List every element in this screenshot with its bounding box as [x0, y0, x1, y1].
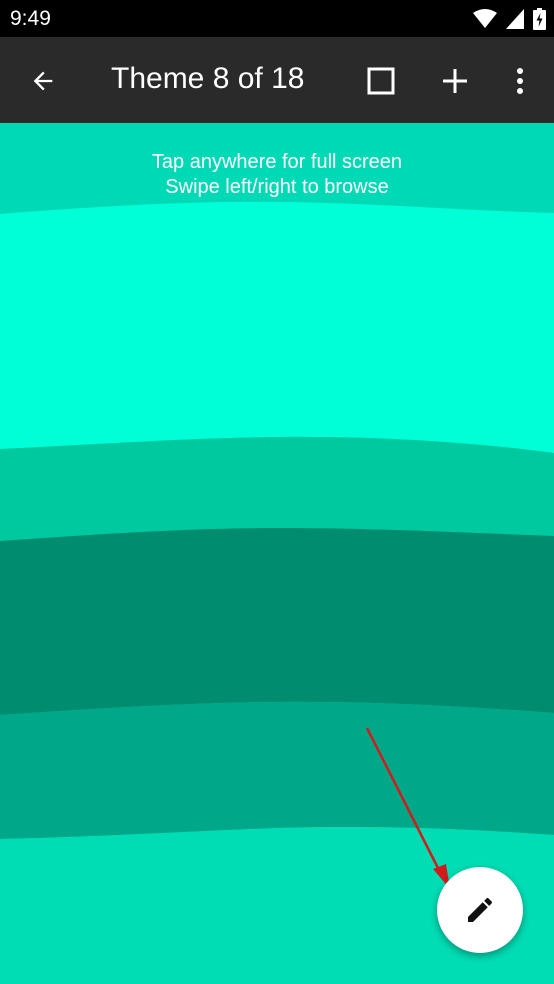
- hint-line-2: Swipe left/right to browse: [165, 176, 389, 198]
- page-title: Theme 8 of 18: [111, 62, 305, 95]
- status-bar: 9:49: [0, 0, 554, 37]
- hint-text: Tap anywhere for full screen Swipe left/…: [0, 150, 554, 200]
- wave-band-4: [0, 528, 554, 715]
- square-outline-icon: [367, 67, 395, 95]
- wave-band-3: [0, 436, 554, 543]
- status-time: 9:49: [10, 7, 51, 30]
- more-options-button[interactable]: [498, 59, 542, 103]
- battery-icon: [533, 8, 546, 30]
- theme-preview[interactable]: [0, 123, 554, 984]
- wifi-icon: [473, 9, 497, 28]
- more-vert-icon: [517, 68, 523, 94]
- hint-line-1: Tap anywhere for full screen: [151, 151, 403, 173]
- edit-fab-button[interactable]: [437, 867, 523, 953]
- wave-band-2: [0, 201, 554, 453]
- back-button[interactable]: [21, 59, 65, 103]
- add-button[interactable]: [433, 59, 477, 103]
- pencil-icon: [468, 897, 493, 922]
- wave-band-5: [0, 701, 554, 839]
- app-bar: Theme 8 of 18: [0, 37, 554, 123]
- plus-icon: [443, 69, 467, 93]
- fit-screen-button[interactable]: [359, 59, 403, 103]
- back-arrow-icon: [33, 71, 53, 91]
- status-icons: [473, 8, 546, 30]
- signal-icon: [506, 9, 524, 29]
